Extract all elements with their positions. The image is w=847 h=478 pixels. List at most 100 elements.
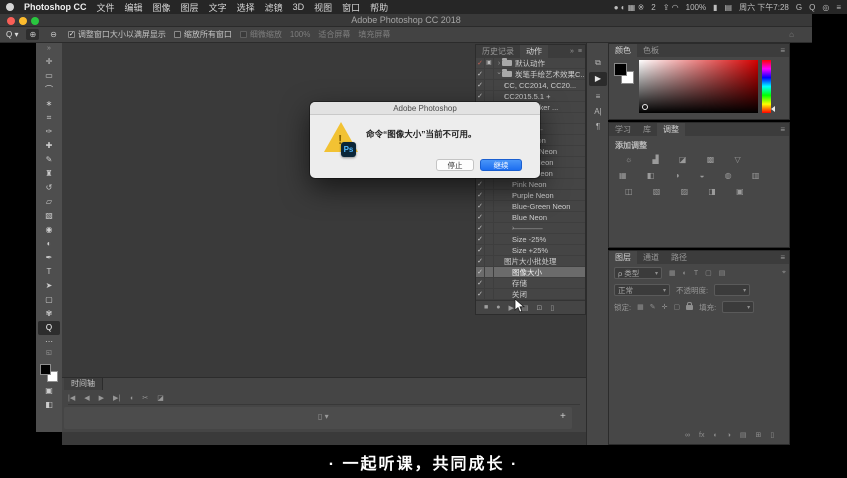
- action-row[interactable]: Blue Neon: [476, 212, 585, 223]
- workspace-icon[interactable]: [789, 30, 794, 39]
- flag-icon[interactable]: [725, 3, 733, 12]
- fill-input[interactable]: ▾: [722, 301, 754, 313]
- disclosure-icon[interactable]: [494, 80, 504, 91]
- tab-channels[interactable]: 通道: [637, 251, 665, 264]
- action-row[interactable]: --------------------: [476, 223, 585, 234]
- lock-artboard-icon[interactable]: [673, 303, 680, 311]
- toggle-check-icon[interactable]: [476, 267, 485, 278]
- eraser-tool-icon[interactable]: [38, 195, 60, 209]
- apple-icon[interactable]: [6, 3, 14, 11]
- path-select-tool-icon[interactable]: [38, 279, 60, 293]
- disclosure-icon[interactable]: [494, 179, 512, 190]
- disclosure-icon[interactable]: [494, 278, 512, 289]
- modal-dialog-icon[interactable]: [485, 58, 494, 69]
- panel-menu-icon[interactable]: [780, 44, 789, 57]
- fx-icon[interactable]: [699, 432, 704, 439]
- continue-button[interactable]: 继续: [480, 159, 522, 171]
- action-row[interactable]: Purple Neon: [476, 190, 585, 201]
- pen-tool-icon[interactable]: [38, 251, 60, 265]
- prev-frame-icon[interactable]: [84, 394, 89, 402]
- record-icon[interactable]: [496, 304, 500, 311]
- brush-tool-icon[interactable]: [38, 153, 60, 167]
- quick-select-tool-icon[interactable]: [38, 97, 60, 111]
- trash-icon[interactable]: [550, 304, 554, 312]
- crop-tool-icon[interactable]: [38, 111, 60, 125]
- panel-menu-icon[interactable]: [780, 123, 789, 136]
- menu-help[interactable]: 帮助: [370, 1, 388, 14]
- action-row[interactable]: 存储: [476, 278, 585, 289]
- menu-window[interactable]: 窗口: [342, 1, 360, 14]
- menu-type[interactable]: 文字: [209, 1, 227, 14]
- filter-smart-icon[interactable]: [719, 269, 726, 277]
- status-misc-icons[interactable]: [614, 3, 645, 12]
- action-row[interactable]: Pink Neon: [476, 179, 585, 190]
- tab-layers[interactable]: 图层: [609, 251, 637, 264]
- action-row[interactable]: Size -25%: [476, 234, 585, 245]
- healing-tool-icon[interactable]: [38, 139, 60, 153]
- color-picker-marker[interactable]: [642, 104, 648, 110]
- status-misc2-icons[interactable]: [663, 3, 679, 12]
- menu-3d[interactable]: 3D: [293, 2, 305, 12]
- menu-edit[interactable]: 编辑: [125, 1, 143, 14]
- filter-pixel-icon[interactable]: [669, 269, 676, 277]
- blend-mode-select[interactable]: 正常▾: [614, 284, 670, 296]
- disclosure-icon[interactable]: [494, 212, 512, 223]
- toggle-check-icon[interactable]: [476, 190, 485, 201]
- history-brush-tool-icon[interactable]: [38, 181, 60, 195]
- adjustment-icons-row[interactable]: ◫ ▧ ▨ ◨ ▣: [625, 187, 753, 196]
- lock-pixels-icon[interactable]: [650, 303, 656, 311]
- disclosure-icon[interactable]: [494, 267, 512, 278]
- toggle-check-icon[interactable]: [476, 69, 485, 80]
- action-row[interactable]: 默认动作: [476, 58, 585, 69]
- new-action-icon[interactable]: [536, 304, 542, 312]
- gradient-tool-icon[interactable]: [38, 209, 60, 223]
- tab-libraries[interactable]: 库: [637, 123, 657, 136]
- hue-slider-marker[interactable]: [771, 106, 775, 112]
- transition-icon[interactable]: [157, 394, 164, 402]
- app-menu[interactable]: Photoshop CC: [24, 2, 87, 12]
- action-row-selected[interactable]: 图像大小: [476, 267, 585, 278]
- marquee-tool-icon[interactable]: [38, 69, 60, 83]
- disclosure-icon[interactable]: [494, 91, 504, 102]
- zoom-all-checkbox[interactable]: 缩放所有窗口: [174, 29, 232, 40]
- timeline-track[interactable]: [64, 407, 572, 429]
- scissors-icon[interactable]: [142, 394, 148, 402]
- menu-select[interactable]: 选择: [237, 1, 255, 14]
- disclosure-icon[interactable]: [494, 58, 502, 69]
- audio-icon[interactable]: [129, 395, 133, 402]
- lock-all-icon[interactable]: [686, 305, 693, 310]
- toggle-check-icon[interactable]: [476, 223, 485, 234]
- disclosure-icon[interactable]: [494, 190, 512, 201]
- panel-menu-icon[interactable]: [780, 251, 789, 264]
- add-media-icon[interactable]: [560, 411, 566, 422]
- shape-tool-icon[interactable]: [38, 293, 60, 307]
- disclosure-icon[interactable]: [494, 256, 504, 267]
- default-swatches-icon[interactable]: ◱: [46, 349, 52, 357]
- mask-icon[interactable]: [713, 432, 717, 439]
- action-row[interactable]: 炭笔手绘艺术效果C...: [476, 69, 585, 80]
- action-row[interactable]: 图片大小批处理: [476, 256, 585, 267]
- stop-icon[interactable]: [484, 304, 488, 311]
- notification-icon[interactable]: [836, 3, 841, 12]
- menu-file[interactable]: 文件: [97, 1, 115, 14]
- tab-paths[interactable]: 路径: [665, 251, 693, 264]
- paragraph-panel-icon[interactable]: [589, 120, 607, 134]
- toggle-check-icon[interactable]: [476, 278, 485, 289]
- first-frame-icon[interactable]: [68, 394, 75, 402]
- foreground-color-swatch[interactable]: [40, 364, 51, 375]
- tab-swatches[interactable]: 色板: [637, 44, 665, 57]
- menu-view[interactable]: 视图: [314, 1, 332, 14]
- hand-tool-icon[interactable]: [38, 307, 60, 321]
- toggle-check-icon[interactable]: [476, 58, 485, 69]
- link-icon[interactable]: [685, 432, 690, 439]
- toggle-check-icon[interactable]: [476, 245, 485, 256]
- tab-color[interactable]: 颜色: [609, 44, 637, 57]
- trash-icon[interactable]: [770, 431, 774, 439]
- tab-actions[interactable]: 动作: [520, 45, 548, 58]
- toggle-check-icon[interactable]: [476, 179, 485, 190]
- action-row[interactable]: CC2015.5.1 +: [476, 91, 585, 102]
- zoom-preset-icon[interactable]: [6, 30, 18, 39]
- disclosure-icon[interactable]: [494, 289, 512, 300]
- lasso-tool-icon[interactable]: [38, 83, 60, 97]
- actions-panel-icon[interactable]: [589, 72, 607, 86]
